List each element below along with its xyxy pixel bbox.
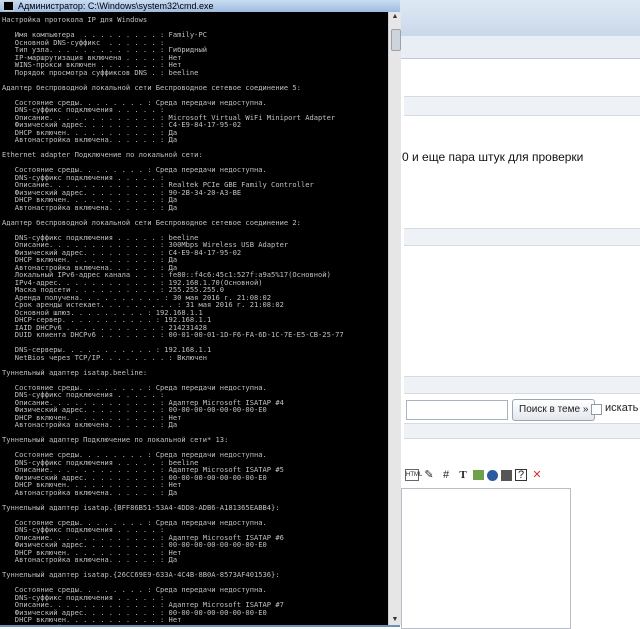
- video-icon[interactable]: [501, 469, 512, 481]
- help-icon[interactable]: ?: [515, 469, 527, 481]
- console-line: Автонастройка включена. . . . . . : Да: [2, 420, 178, 429]
- vertical-scrollbar[interactable]: ▲ ▼: [388, 12, 401, 625]
- console-line: Настройка протокола IP для Windows: [2, 15, 148, 24]
- console-line: Адаптер беспроводной локальной сети Бесп…: [2, 217, 301, 227]
- window-titlebar[interactable]: Администратор: C:\Windows\system32\cmd.e…: [0, 0, 400, 12]
- search-checkbox-label: искать I: [605, 402, 640, 414]
- console-line: Туннельный адаптер isatap.beeline:: [2, 367, 148, 377]
- console-line: DUID клиента DHCPv6 . . . . . . . : 00-0…: [2, 330, 344, 339]
- console-line: Автонастройка включена. . . . . . : Да: [2, 135, 178, 144]
- hash-icon[interactable]: #: [439, 468, 453, 482]
- console-text: Настройка протокола IP для Windows Имя к…: [0, 12, 388, 625]
- console-window: Администратор: C:\Windows\system32\cmd.e…: [0, 0, 401, 627]
- scroll-thumb[interactable]: [391, 29, 401, 51]
- forum-header-band: [404, 376, 640, 394]
- console-line: Автонастройка включена. . . . . . : Да: [2, 487, 178, 497]
- search-checkbox[interactable]: [591, 404, 602, 415]
- forum-header-band: [404, 228, 640, 246]
- search-in-topic-button[interactable]: Поиск в теме »: [512, 399, 596, 421]
- console-line: Порядок просмотра суффиксов DNS . : beel…: [2, 67, 199, 77]
- console-output[interactable]: Настройка протокола IP для Windows Имя к…: [0, 12, 388, 625]
- text-icon[interactable]: T: [456, 468, 470, 482]
- console-line: NetBios через TCP/IP. . . . . . . . : Вк…: [2, 352, 207, 362]
- console-line: Туннельный адаптер isatap.{26CC69E9-633A…: [2, 570, 280, 579]
- console-line: Автонастройка включена. . . . . . : Да: [2, 623, 177, 625]
- editor-toolbar: HTML ✎ # T ? ✕: [405, 466, 544, 484]
- window-title: Администратор: C:\Windows\system32\cmd.e…: [18, 1, 214, 11]
- link-icon[interactable]: [487, 469, 498, 481]
- forum-header-band: [404, 96, 640, 116]
- forum-header-band: [404, 423, 640, 439]
- console-line: Туннельный адаптер isatap.{BFF86B51-53A4…: [2, 502, 280, 512]
- console-line: Адаптер беспроводной локальной сети Бесп…: [2, 82, 301, 92]
- pencil-icon[interactable]: ✎: [422, 468, 436, 482]
- scroll-down-arrow-icon[interactable]: ▼: [389, 615, 401, 625]
- scroll-up-arrow-icon[interactable]: ▲: [389, 12, 401, 22]
- post-editor-textarea[interactable]: [401, 488, 571, 629]
- topic-search-input[interactable]: [406, 400, 508, 420]
- console-line: Автонастройка включена. . . . . . : Да: [2, 555, 178, 564]
- browser-tab-strip: [400, 36, 640, 59]
- close-icon[interactable]: ✕: [530, 468, 544, 482]
- browser-toolbar: [400, 0, 640, 37]
- cmd-icon: [3, 1, 14, 11]
- console-line: Туннельный адаптер Подключение по локаль…: [2, 435, 229, 444]
- console-line: Автонастройка включена. . . . . . : Да: [2, 202, 178, 212]
- html-icon[interactable]: HTML: [405, 469, 422, 481]
- image-icon[interactable]: [473, 470, 484, 480]
- post-text-snippet: 0 и еще пара штук для проверки: [402, 150, 584, 164]
- console-line: Ethernet adapter Подключение по локально…: [2, 150, 203, 159]
